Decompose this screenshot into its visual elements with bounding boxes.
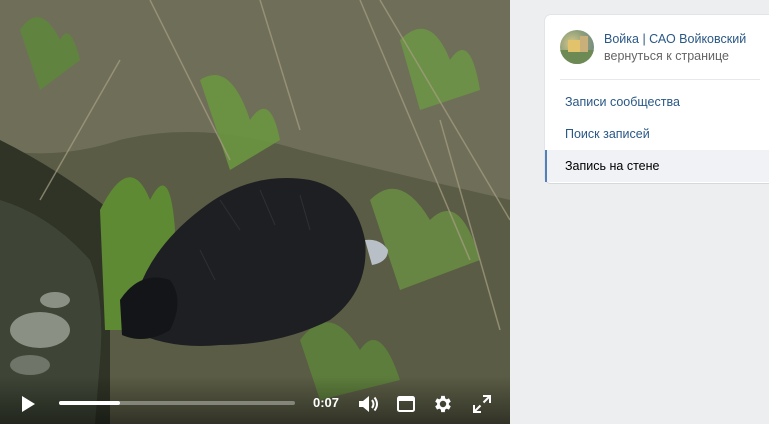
wall-sidebar: Войка | САО Войковский вернуться к стран… (545, 15, 769, 183)
menu-item-search-posts[interactable]: Поиск записей (545, 118, 769, 150)
miniplayer-button[interactable] (393, 391, 419, 417)
fullscreen-icon (473, 395, 491, 413)
progress-bar[interactable] (59, 401, 295, 405)
divider (560, 79, 760, 80)
video-player[interactable]: 0:07 (0, 0, 510, 424)
settings-button[interactable] (429, 390, 457, 418)
video-frame (0, 0, 510, 424)
video-controls: 0:07 (0, 376, 510, 424)
menu-item-wall-post[interactable]: Запись на стене (545, 150, 769, 182)
play-icon (22, 396, 35, 412)
fullscreen-button[interactable] (468, 390, 496, 418)
menu-item-community-posts[interactable]: Записи сообщества (545, 86, 769, 118)
sidebar-menu: Записи сообщества Поиск записей Запись н… (545, 86, 769, 182)
group-name-link[interactable]: Войка | САО Войковский (604, 32, 746, 46)
gear-icon (435, 395, 451, 413)
avatar[interactable] (560, 30, 594, 64)
volume-button[interactable] (356, 391, 382, 417)
miniplayer-icon (397, 396, 415, 412)
back-to-page-link[interactable]: вернуться к странице (604, 49, 729, 63)
progress-fill (59, 401, 121, 405)
current-time: 0:07 (313, 395, 340, 410)
play-button[interactable] (14, 390, 42, 418)
group-header[interactable]: Войка | САО Войковский вернуться к стран… (545, 15, 769, 79)
volume-icon (359, 396, 378, 412)
